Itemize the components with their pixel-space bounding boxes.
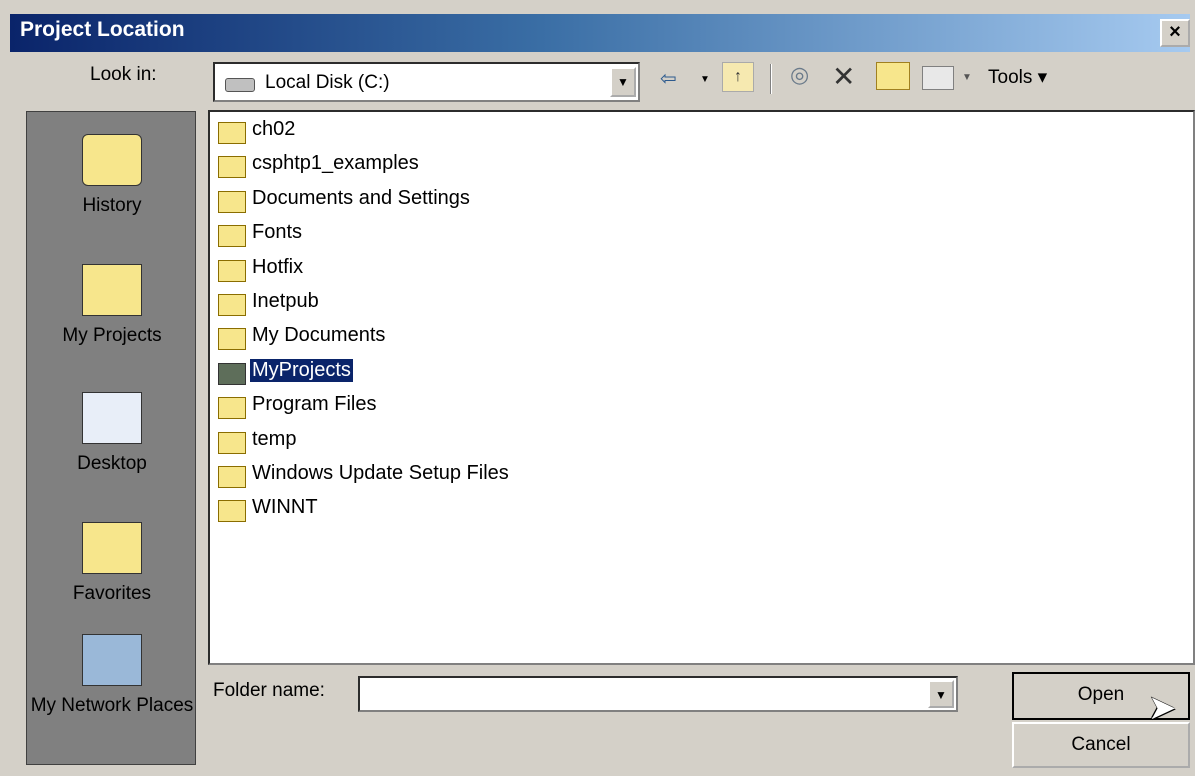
mouse-cursor-icon: ➤ xyxy=(1148,689,1177,727)
place-label: History xyxy=(82,195,142,216)
places-bar: History My Projects Desktop Favorites My… xyxy=(26,111,196,765)
chevron-down-icon[interactable]: ▼ xyxy=(610,67,636,97)
folder-icon xyxy=(218,225,246,248)
history-icon xyxy=(82,134,142,186)
folder-name: Hotfix xyxy=(252,255,304,278)
window-title: Project Location xyxy=(20,18,185,41)
place-favorites[interactable]: Favorites xyxy=(27,522,197,606)
folder-name: MyProjects xyxy=(249,357,354,383)
close-button[interactable]: × xyxy=(1160,19,1190,47)
tools-menu[interactable]: Tools ▾ xyxy=(988,66,1047,89)
up-folder-icon[interactable]: ↑ xyxy=(722,62,754,92)
folder-name: temp xyxy=(252,427,297,450)
folder-icon xyxy=(218,156,246,179)
folder-icon xyxy=(218,294,246,316)
chevron-down-icon[interactable]: ▼ xyxy=(928,680,954,708)
place-my-projects[interactable]: My Projects xyxy=(27,264,197,348)
folder-name: Program Files xyxy=(252,393,377,416)
folder-name: ch02 xyxy=(252,118,296,140)
title-bar: Project Location × xyxy=(10,14,1190,52)
cancel-button[interactable]: Cancel xyxy=(1012,722,1190,768)
folder-icon xyxy=(218,328,246,351)
folder-name: Windows Update Setup Files xyxy=(252,462,509,484)
folder-name-input[interactable] xyxy=(360,678,924,710)
look-in-value: Local Disk (C:) xyxy=(265,72,390,93)
folder-name: Documents and Settings xyxy=(252,186,470,209)
place-label: Favorites xyxy=(72,583,152,604)
place-label: Desktop xyxy=(77,453,147,474)
back-dropdown-icon[interactable]: ▼ xyxy=(700,74,710,85)
folder-icon xyxy=(218,466,246,488)
my-projects-icon xyxy=(82,264,142,316)
look-in-dropdown[interactable]: Local Disk (C:) ▼ xyxy=(213,62,640,102)
views-dropdown-icon[interactable]: ▼ xyxy=(962,72,972,83)
folder-icon xyxy=(218,362,246,385)
network-places-icon xyxy=(82,634,142,686)
folder-icon xyxy=(218,397,246,420)
folder-name: Inetpub xyxy=(252,290,319,312)
views-icon[interactable] xyxy=(922,66,954,90)
folder-icon xyxy=(218,122,246,144)
folder-name: Fonts xyxy=(252,221,303,244)
folder-icon xyxy=(218,259,246,282)
folder-icon xyxy=(218,500,246,523)
back-arrow-icon[interactable]: ⇦ xyxy=(660,66,677,91)
place-history[interactable]: History xyxy=(27,134,197,218)
favorites-icon xyxy=(82,522,142,574)
place-my-network-places[interactable]: My Network Places xyxy=(27,634,197,718)
new-folder-icon[interactable] xyxy=(876,62,910,90)
folder-icon xyxy=(218,431,246,454)
local-disk-icon xyxy=(225,78,255,92)
toolbar-separator xyxy=(770,64,772,94)
folder-name: csphtp1_examples xyxy=(252,152,419,175)
folder-name: WINNT xyxy=(252,496,318,519)
look-in-label: Look in: xyxy=(90,64,157,85)
search-web-icon[interactable]: ◎ xyxy=(790,62,809,88)
place-desktop[interactable]: Desktop xyxy=(27,392,197,476)
folder-name: My Documents xyxy=(252,324,386,347)
folder-list[interactable]: ch02 csphtp1_examples Documents and Settin… xyxy=(208,110,1195,665)
folder-name-label: Folder name: xyxy=(213,680,325,701)
delete-icon[interactable]: ✕ xyxy=(832,60,855,93)
desktop-icon xyxy=(82,392,142,444)
folder-icon xyxy=(218,190,246,213)
place-label: My Projects xyxy=(62,325,162,346)
place-label: My Network Places xyxy=(30,695,194,716)
folder-name-field[interactable]: ▼ xyxy=(358,676,958,712)
